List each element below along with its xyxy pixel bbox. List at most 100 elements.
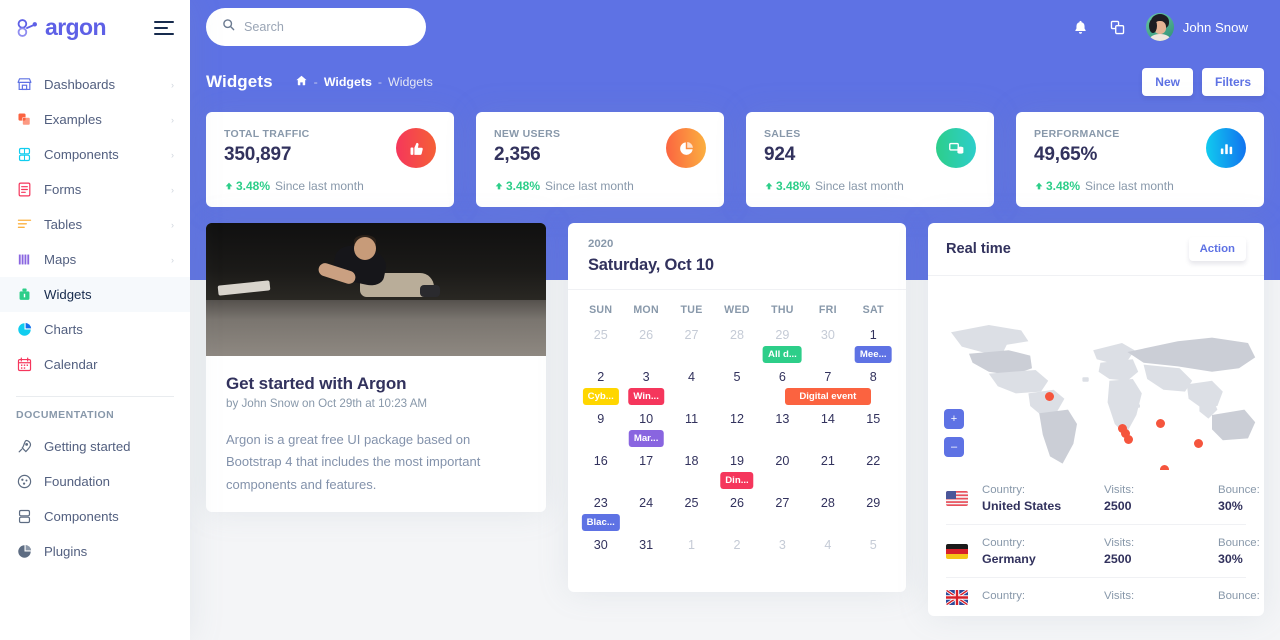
calendar-day[interactable]: 13 (760, 408, 805, 450)
world-map-svg (951, 325, 1256, 464)
calendar-body: SUN MON TUE WED THU FRI SAT 25 26 27 28 29 All d...… (568, 290, 906, 592)
sidebar-item-label: Maps (44, 252, 77, 267)
user-menu[interactable]: John Snow (1145, 13, 1248, 41)
calendar-day[interactable]: 20 (760, 450, 805, 492)
calendar-day[interactable]: 12 (714, 408, 759, 450)
calendar-day[interactable]: 1 Mee... (851, 324, 896, 366)
calendar-day[interactable]: 9 (578, 408, 623, 450)
bounce-value: 30% (1218, 499, 1243, 513)
calendar-day[interactable]: 5 (851, 534, 896, 576)
calendar-day-number: 1 (688, 538, 696, 552)
sidebar-doc-item-getting-started[interactable]: Getting started (0, 429, 190, 464)
breadcrumb-item-1: Widgets (388, 75, 433, 89)
calendar-day[interactable]: 15 (851, 408, 896, 450)
calendar-day[interactable]: 26 (623, 324, 668, 366)
calendar-day[interactable]: 2 Cyb... (578, 366, 623, 408)
action-button[interactable]: Action (1188, 237, 1246, 261)
arrow-up-icon (765, 182, 773, 190)
sidebar-item-forms[interactable]: Forms › (0, 172, 190, 207)
calendar-event[interactable]: Mar... (628, 430, 664, 447)
bounce-label: Bounce: (1218, 590, 1260, 602)
calendar-day[interactable]: 16 (578, 450, 623, 492)
calendar-day[interactable]: 4 (805, 534, 850, 576)
calendar-day[interactable]: 28 (714, 324, 759, 366)
calendar-day[interactable]: 30 (578, 534, 623, 576)
calendar-day[interactable]: 10 Mar... (623, 408, 668, 450)
sidebar-item-components[interactable]: Components › (0, 137, 190, 172)
calendar-day[interactable]: 27 (669, 324, 714, 366)
filters-button[interactable]: Filters (1201, 68, 1264, 96)
calendar-day[interactable]: 19 Din... (714, 450, 759, 492)
sidebar-item-maps[interactable]: Maps › (0, 242, 190, 277)
sidebar-doc-item-foundation[interactable]: Foundation (0, 464, 190, 499)
map-marker (1156, 419, 1165, 428)
stat-caption: NEW USERS (494, 128, 561, 140)
calendar-day[interactable]: 27 (760, 492, 805, 534)
search-input[interactable] (244, 20, 410, 34)
pie-chart-icon (16, 321, 33, 338)
map-zoom-in-button[interactable]: + (944, 409, 964, 429)
sidebar-item-dashboards[interactable]: Dashboards › (0, 67, 190, 102)
map-marker (1124, 435, 1133, 444)
calendar-day[interactable]: 1 (669, 534, 714, 576)
bell-icon[interactable] (1072, 19, 1089, 36)
calendar-event[interactable]: Mee... (854, 346, 892, 363)
brand-link[interactable]: argon (16, 14, 106, 41)
palette-icon (16, 473, 33, 490)
calendar-day[interactable]: 3 Win... (623, 366, 668, 408)
page-header: Widgets - Widgets - Widgets New Filters (190, 54, 1280, 96)
realtime-header: Real time Action (928, 223, 1264, 276)
calendar-day[interactable]: 28 (805, 492, 850, 534)
calendar-event[interactable]: All d... (763, 346, 802, 363)
calendar-day[interactable]: 29 All d... (760, 324, 805, 366)
visits-value: 2500 (1104, 552, 1132, 566)
search-box[interactable] (206, 8, 426, 46)
home-icon[interactable] (295, 74, 308, 90)
arrow-up-icon (495, 182, 503, 190)
sidebar-item-examples[interactable]: Examples › (0, 102, 190, 137)
calendar-day[interactable]: 18 (669, 450, 714, 492)
calendar-day[interactable]: 21 (805, 450, 850, 492)
sidebar-item-widgets[interactable]: Widgets (0, 277, 190, 312)
hamburger-menu-icon[interactable] (154, 20, 174, 35)
sidebar-doc-item-label: Foundation (44, 474, 110, 489)
pie-chart-icon (666, 128, 706, 168)
new-button[interactable]: New (1142, 68, 1193, 96)
calendar-day[interactable]: 11 (669, 408, 714, 450)
sidebar-item-tables[interactable]: Tables › (0, 207, 190, 242)
calendar-day[interactable]: 4 (669, 366, 714, 408)
calendar-day[interactable]: 17 (623, 450, 668, 492)
calendar-day[interactable]: 7 Digital event (784, 366, 871, 408)
sidebar-doc-item-components[interactable]: Components (0, 499, 190, 534)
app-root: argon Dashboards › Examples › Components › For… (0, 0, 1280, 640)
calendar-event[interactable]: Cyb... (582, 388, 619, 405)
sidebar-doc-item-plugins[interactable]: Plugins (0, 534, 190, 569)
calendar-day[interactable]: 23 Blac... (578, 492, 623, 534)
calendar-day[interactable]: 24 (623, 492, 668, 534)
map-zoom-out-button[interactable]: – (944, 437, 964, 457)
calendar-event[interactable]: Blac... (581, 514, 620, 531)
calendar-event[interactable]: Din... (720, 472, 754, 489)
calendar-day[interactable]: 31 (623, 534, 668, 576)
calendar-day[interactable]: 3 (760, 534, 805, 576)
calendar-day[interactable]: 29 (851, 492, 896, 534)
windows-icon[interactable] (1109, 19, 1126, 36)
calendar-day[interactable]: 2 (714, 534, 759, 576)
calendar-day[interactable]: 26 (714, 492, 759, 534)
breadcrumb-item-0[interactable]: Widgets (324, 75, 372, 89)
calendar-event[interactable]: Win... (628, 388, 664, 405)
calendar-day-number: 28 (729, 328, 744, 342)
post-body: Get started with Argon by John Snow on O… (206, 356, 546, 512)
calendar-day[interactable]: 5 (714, 366, 759, 408)
stat-value: 924 (764, 144, 796, 165)
calendar-day[interactable]: 25 (669, 492, 714, 534)
calendar-day[interactable]: 30 (805, 324, 850, 366)
calendar-day[interactable]: 22 (851, 450, 896, 492)
world-map[interactable]: + – (928, 276, 1264, 470)
calendar-day[interactable]: 8 (851, 366, 896, 408)
sidebar-item-calendar[interactable]: Calendar (0, 347, 190, 382)
calendar-day[interactable]: 25 (578, 324, 623, 366)
stat-delta: 3.48% (224, 179, 270, 193)
calendar-day[interactable]: 14 (805, 408, 850, 450)
sidebar-item-charts[interactable]: Charts (0, 312, 190, 347)
